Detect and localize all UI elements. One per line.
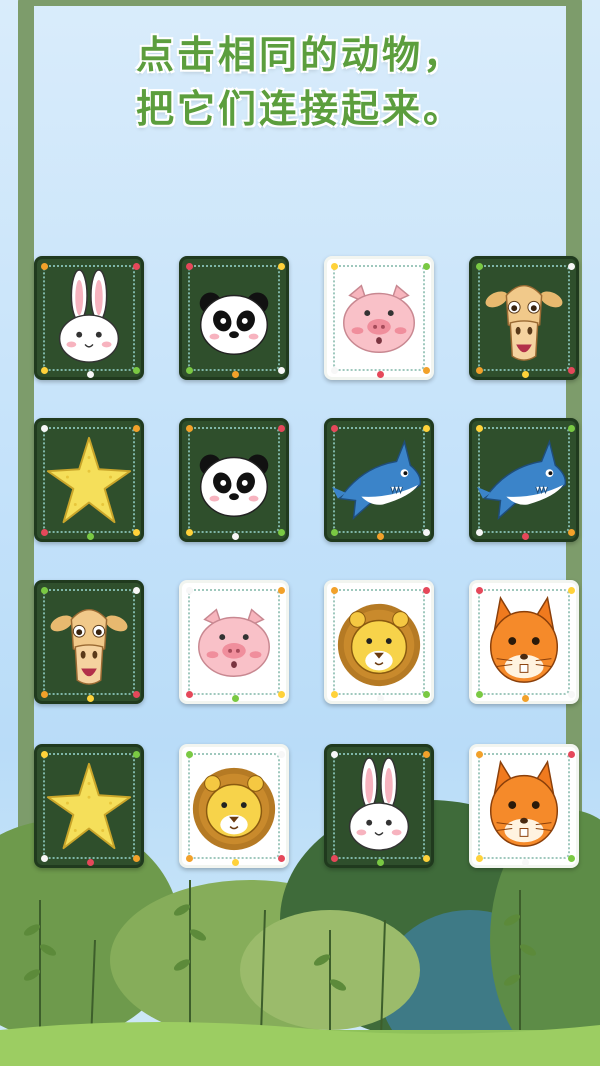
decor-dot xyxy=(87,695,94,702)
card-grid xyxy=(34,256,580,868)
decor-dot xyxy=(232,533,239,540)
card-lion[interactable] xyxy=(179,744,289,868)
card-panda[interactable] xyxy=(179,256,289,380)
panda-icon xyxy=(199,454,269,517)
squirrel-icon xyxy=(489,759,559,847)
decor-dot xyxy=(87,859,94,866)
camel-icon xyxy=(50,608,128,685)
card-pig[interactable] xyxy=(324,256,434,380)
card-rabbit[interactable] xyxy=(324,744,434,868)
card-panda[interactable] xyxy=(179,418,289,542)
card-camel[interactable] xyxy=(469,256,579,380)
squirrel-icon xyxy=(489,595,559,683)
starfish-icon xyxy=(46,762,132,850)
decor-dot xyxy=(87,533,94,540)
pig-icon xyxy=(198,608,270,678)
decor-dot xyxy=(232,371,239,378)
decor-dot xyxy=(377,371,384,378)
decor-dot xyxy=(232,695,239,702)
decor-dot xyxy=(522,371,529,378)
lion-icon xyxy=(337,603,421,687)
card-shark[interactable] xyxy=(469,418,579,542)
decor-dot xyxy=(377,695,384,702)
decor-dot xyxy=(522,859,529,866)
card-squirrel[interactable] xyxy=(469,580,579,704)
card-pig[interactable] xyxy=(179,580,289,704)
lion-icon xyxy=(192,767,276,851)
decor-dot xyxy=(522,533,529,540)
card-starfish[interactable] xyxy=(34,418,144,542)
panda-icon xyxy=(199,292,269,355)
decor-dot xyxy=(87,371,94,378)
card-squirrel[interactable] xyxy=(469,744,579,868)
card-rabbit[interactable] xyxy=(34,256,144,380)
shark-icon xyxy=(477,439,567,521)
instruction-line-1: 点击相同的动物， xyxy=(135,33,464,77)
card-camel[interactable] xyxy=(34,580,144,704)
instruction-title: 点击相同的动物， 把它们连接起来。 xyxy=(0,28,600,136)
starfish-icon xyxy=(46,436,132,524)
decor-dot xyxy=(377,859,384,866)
camel-icon xyxy=(485,284,563,361)
decor-dot xyxy=(377,533,384,540)
shark-icon xyxy=(332,439,422,521)
instruction-line-2: 把它们连接起来。 xyxy=(135,87,464,131)
card-shark[interactable] xyxy=(324,418,434,542)
card-starfish[interactable] xyxy=(34,744,144,868)
decor-dot xyxy=(232,859,239,866)
rabbit-icon xyxy=(348,757,410,851)
decor-dot xyxy=(522,695,529,702)
card-lion[interactable] xyxy=(324,580,434,704)
pig-icon xyxy=(343,284,415,354)
rabbit-icon xyxy=(58,269,120,363)
